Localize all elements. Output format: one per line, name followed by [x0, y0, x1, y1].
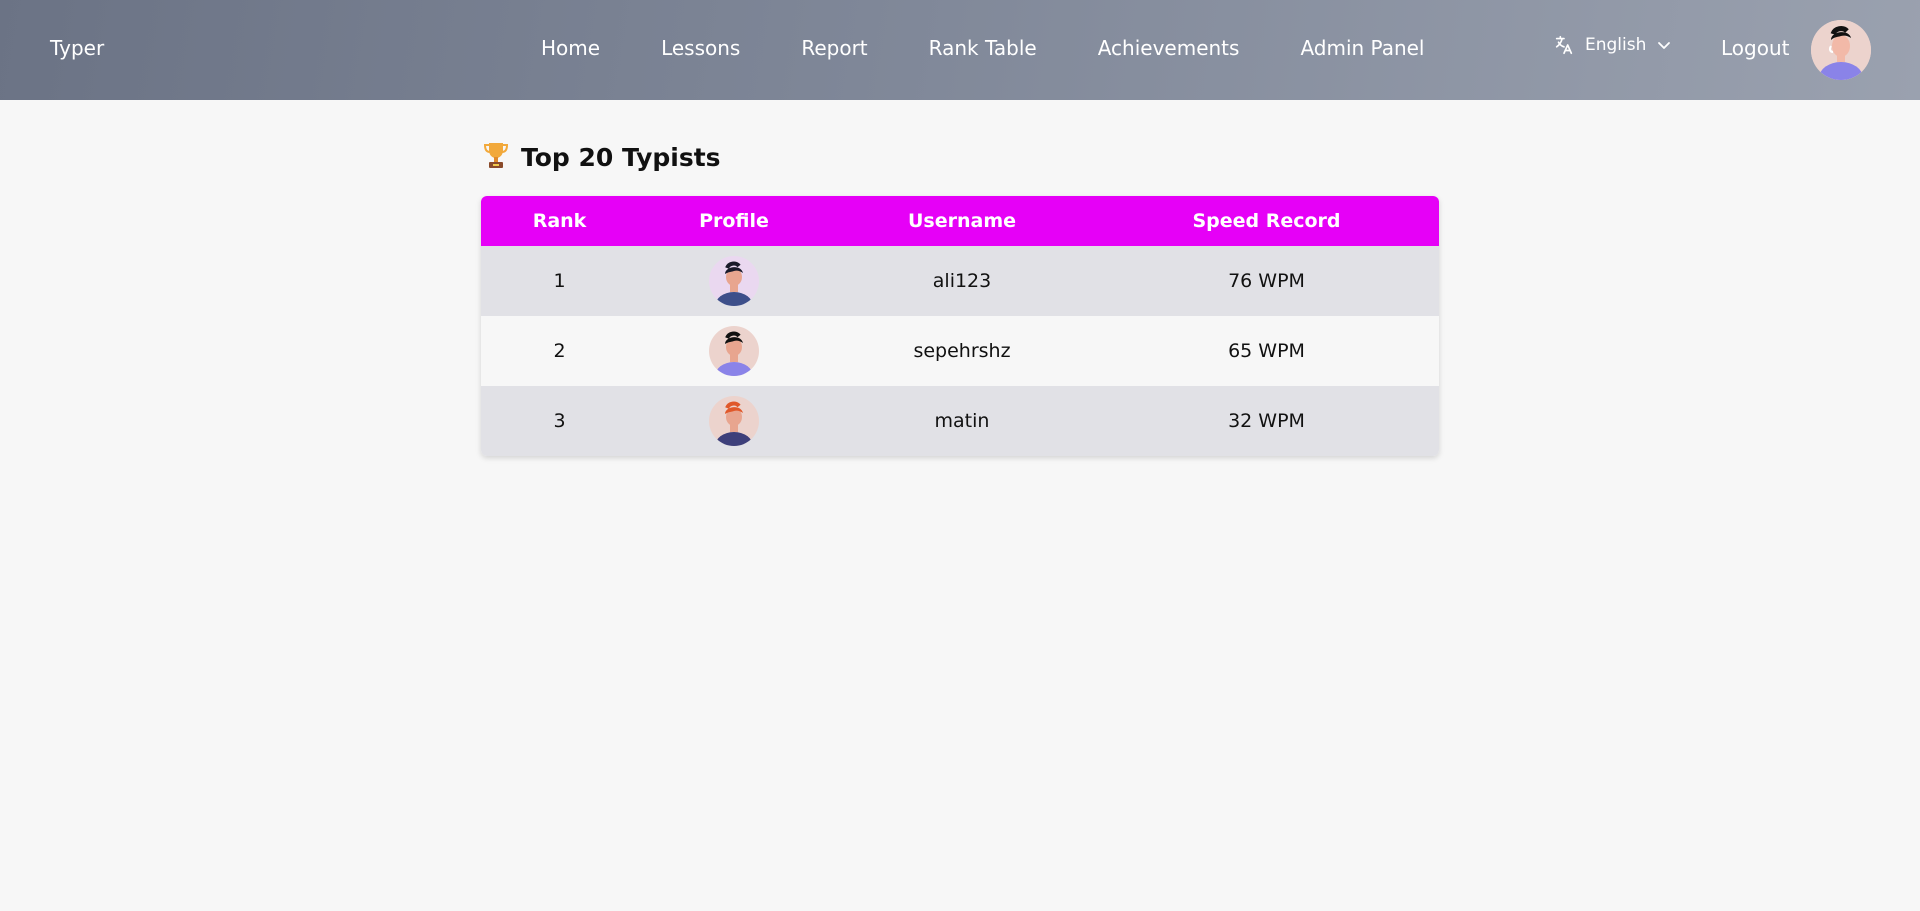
avatar — [709, 326, 759, 376]
speed-record-cell: 65 WPM — [1228, 340, 1305, 362]
top-navbar: Typer Home Lessons Report Rank Table Ach… — [0, 0, 1920, 100]
column-header-profile: Profile — [699, 210, 769, 232]
nav-rank-table[interactable]: Rank Table — [929, 36, 1037, 60]
logout-link[interactable]: Logout — [1721, 36, 1789, 60]
profile-cell — [638, 386, 830, 456]
translate-icon — [1553, 34, 1575, 56]
table-header-row: Rank Profile Username Speed Record — [481, 196, 1439, 246]
trophy-icon — [483, 141, 509, 173]
rank-cell: 2 — [553, 340, 566, 362]
speed-record-cell: 32 WPM — [1228, 410, 1305, 432]
page-title: Top 20 Typists — [483, 141, 721, 173]
chevron-down-icon — [1656, 37, 1672, 53]
nav-home[interactable]: Home — [541, 36, 600, 60]
main-nav: Home Lessons Report Rank Table Achieveme… — [541, 36, 1425, 60]
table-row: 3 matin 32 WPM — [481, 386, 1439, 456]
username-cell: sepehrshz — [913, 340, 1011, 362]
username-cell: ali123 — [932, 270, 992, 292]
column-header-rank: Rank — [532, 210, 587, 232]
profile-cell — [638, 316, 830, 386]
rank-table: Rank Profile Username Speed Record 1 ali… — [481, 196, 1439, 456]
nav-admin-panel[interactable]: Admin Panel — [1300, 36, 1424, 60]
column-header-username: Username — [907, 210, 1017, 232]
nav-achievements[interactable]: Achievements — [1098, 36, 1240, 60]
table-body: 1 ali123 76 WPM 2 sepehrshz 65 WPM 3 mat… — [481, 246, 1439, 456]
table-row: 1 ali123 76 WPM — [481, 246, 1439, 316]
language-selector[interactable]: English — [1553, 34, 1672, 56]
column-header-speed-record: Speed Record — [1192, 210, 1341, 232]
table-row: 2 sepehrshz 65 WPM — [481, 316, 1439, 386]
nav-report[interactable]: Report — [801, 36, 867, 60]
profile-cell — [638, 246, 830, 316]
user-avatar[interactable] — [1811, 20, 1871, 80]
brand-link[interactable]: Typer — [50, 36, 104, 60]
avatar — [709, 256, 759, 306]
page-heading: Top 20 Typists — [521, 142, 721, 172]
rank-cell: 3 — [553, 410, 566, 432]
avatar — [709, 396, 759, 446]
language-label: English — [1585, 35, 1647, 55]
nav-lessons[interactable]: Lessons — [661, 36, 740, 60]
rank-cell: 1 — [553, 270, 566, 292]
username-cell: matin — [934, 410, 990, 432]
speed-record-cell: 76 WPM — [1228, 270, 1305, 292]
